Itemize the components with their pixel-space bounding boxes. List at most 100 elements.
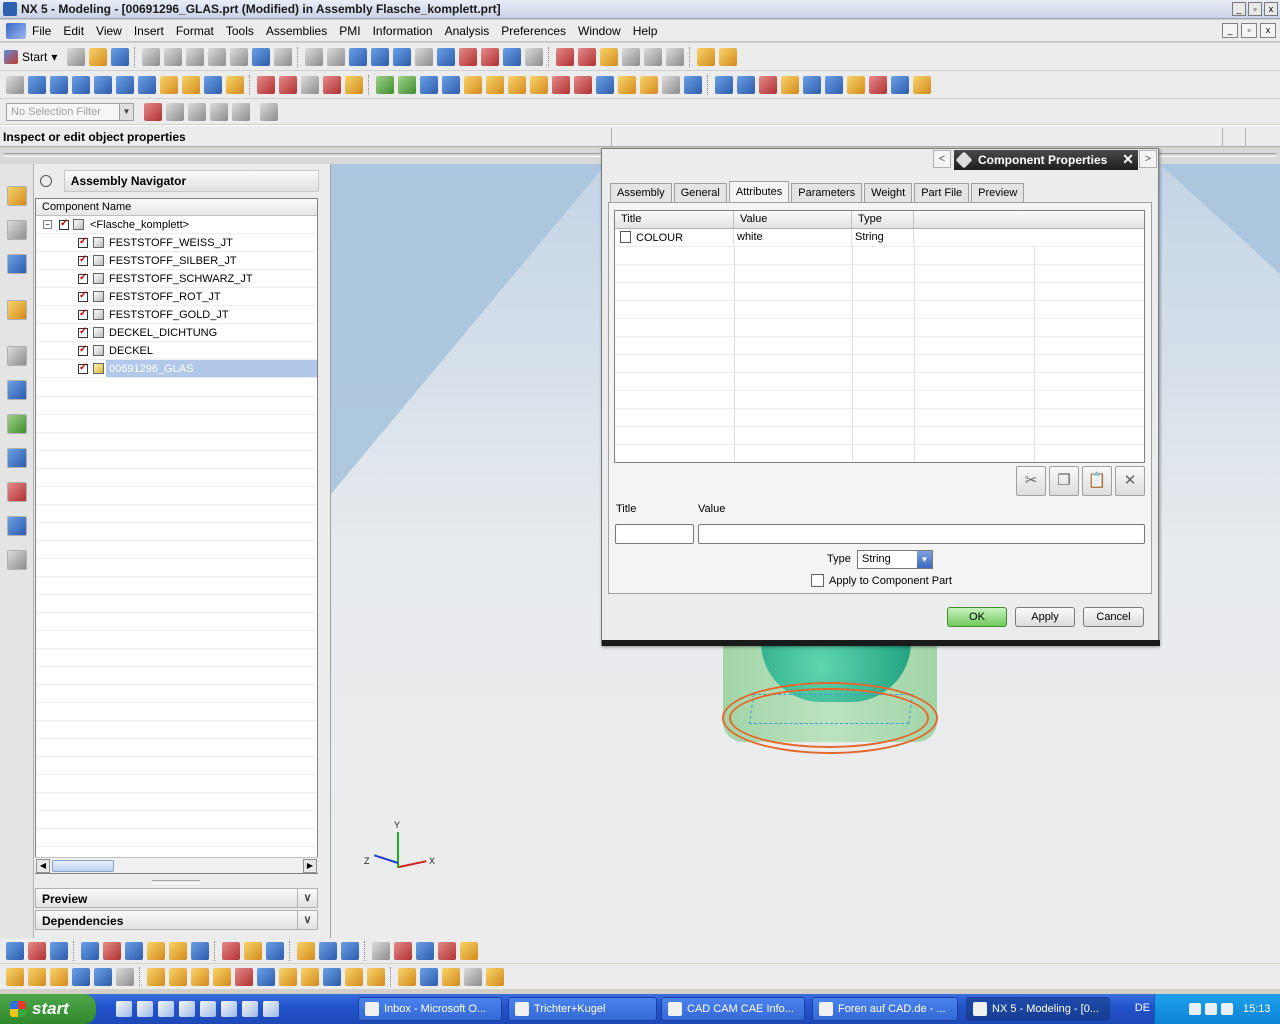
arc-icon[interactable] [279, 75, 297, 94]
menu-insert[interactable]: Insert [134, 24, 164, 38]
replace-face-icon[interactable] [737, 75, 755, 94]
hole-icon[interactable] [94, 75, 112, 94]
internet-explorer-tab-icon[interactable] [7, 300, 27, 320]
sequence-icon[interactable] [416, 941, 434, 960]
resize-face-icon[interactable] [781, 75, 799, 94]
sphere-icon[interactable] [226, 75, 244, 94]
display-parent-icon[interactable] [213, 967, 231, 986]
visibility-checkbox[interactable] [78, 308, 88, 320]
tab-assembly[interactable]: Assembly [610, 183, 672, 202]
tree-row[interactable]: DECKEL [36, 342, 317, 360]
subtract-icon[interactable] [182, 75, 200, 94]
manufacturing-wizards-tab-icon[interactable] [7, 448, 27, 468]
dependencies-panel-header[interactable]: Dependencies ∨ [35, 910, 318, 930]
scroll-thumb[interactable] [52, 860, 114, 872]
promote-icon[interactable] [301, 967, 319, 986]
repeat-command-icon[interactable] [274, 47, 293, 66]
select-solid-icon[interactable] [188, 102, 206, 121]
wave-link-icon[interactable] [460, 941, 478, 960]
taskbar-task-ie-1[interactable]: CAD CAM CAE Info... [661, 997, 805, 1021]
deviation-icon[interactable] [341, 941, 359, 960]
visibility-checkbox[interactable] [78, 236, 88, 248]
language-indicator[interactable]: DE [1135, 1002, 1150, 1014]
volume-icon[interactable] [1205, 1003, 1217, 1015]
selection-icon[interactable] [252, 47, 271, 66]
motion-envelope-icon[interactable] [442, 967, 460, 986]
wireframe-icon[interactable] [481, 47, 500, 66]
sketch-icon[interactable] [28, 75, 46, 94]
new-file-icon[interactable] [67, 47, 86, 66]
geometry-link-icon[interactable] [279, 967, 297, 986]
snap-mid-icon[interactable] [600, 47, 619, 66]
zoom-icon[interactable] [349, 47, 368, 66]
spline-icon[interactable] [301, 75, 319, 94]
pin-icon[interactable] [40, 175, 52, 187]
apply-to-component-checkbox[interactable] [811, 574, 824, 587]
dialog-titlebar[interactable]: Component Properties ✕ [954, 150, 1138, 170]
mirror-assembly-icon[interactable] [116, 967, 134, 986]
close-icon[interactable]: ✕ [1120, 151, 1136, 167]
wcs-origin-icon[interactable] [191, 941, 209, 960]
menu-edit[interactable]: Edit [63, 24, 84, 38]
save-icon[interactable] [111, 47, 130, 66]
visibility-checkbox[interactable] [59, 218, 69, 230]
system-materials-tab-icon[interactable] [7, 380, 27, 400]
block-icon[interactable] [116, 75, 134, 94]
tab-weight[interactable]: Weight [864, 183, 913, 202]
visibility-checkbox[interactable] [78, 344, 88, 356]
snap-control-icon[interactable] [622, 47, 641, 66]
nx-launch-icon[interactable] [242, 1001, 258, 1017]
tree-row[interactable]: FESTSTOFF_SILBER_JT [36, 252, 317, 270]
cut-assembly-icon[interactable] [235, 967, 253, 986]
collapse-icon[interactable]: − [43, 220, 52, 229]
value-input[interactable] [698, 524, 1145, 544]
visibility-checkbox[interactable] [78, 254, 88, 266]
column-header-component-name[interactable]: Component Name [36, 199, 317, 216]
wcs-icon[interactable] [169, 941, 187, 960]
tree-row[interactable]: FESTSTOFF_SCHWARZ_JT [36, 270, 317, 288]
tree-row-root[interactable]: − <Flasche_komplett> [36, 216, 317, 234]
undo-selection-icon[interactable] [166, 102, 184, 121]
new-component-icon[interactable] [6, 967, 24, 986]
select-face-icon[interactable] [210, 102, 228, 121]
antivirus-icon[interactable] [1221, 1003, 1233, 1015]
pin-icon[interactable] [955, 151, 973, 169]
trim-body-icon[interactable] [552, 75, 570, 94]
part-navigator-tab-icon[interactable] [7, 254, 27, 274]
redo-icon[interactable] [230, 47, 249, 66]
dialog-back-button[interactable]: < [933, 150, 951, 168]
show-product-outline-icon[interactable] [147, 967, 165, 986]
open-folder-icon[interactable] [89, 47, 108, 66]
tab-general[interactable]: General [673, 183, 727, 202]
ie-icon[interactable] [179, 1001, 195, 1017]
explorer-icon[interactable] [158, 1001, 174, 1017]
close-window-button[interactable]: x [1264, 2, 1278, 16]
offset-curve-icon[interactable] [345, 75, 363, 94]
layer-settings-icon[interactable] [81, 941, 99, 960]
tab-parameters[interactable]: Parameters [791, 183, 863, 202]
tree-row[interactable]: DECKEL_DICHTUNG [36, 324, 317, 342]
perspective-icon[interactable] [437, 47, 456, 66]
copy-layer-icon[interactable] [147, 941, 165, 960]
add-component-icon[interactable] [28, 941, 46, 960]
outlook-icon[interactable] [200, 1001, 216, 1017]
system-scenes-tab-icon[interactable] [7, 516, 27, 536]
roles-tab-icon[interactable] [7, 482, 27, 502]
render-style-icon[interactable] [525, 47, 544, 66]
paste-icon[interactable]: 📋 [1082, 466, 1112, 496]
show-desktop-icon[interactable] [116, 1001, 132, 1017]
taskbar-task-outlook[interactable]: Inbox - Microsoft O... [358, 997, 502, 1021]
select-all-icon[interactable] [144, 102, 162, 121]
explode-icon[interactable] [394, 941, 412, 960]
taskbar-task-nx[interactable]: NX 5 - Modeling - [0... [966, 997, 1110, 1021]
menu-file[interactable]: File [32, 24, 51, 38]
taskbar-task-ie-2[interactable]: Foren auf CAD.de - ... [812, 997, 958, 1021]
datum-plane-icon[interactable] [376, 75, 394, 94]
selected-edge-ring[interactable] [729, 688, 929, 748]
zone-icon[interactable] [420, 967, 438, 986]
through-curves-icon[interactable] [442, 75, 460, 94]
scroll-right-icon[interactable]: ▶ [303, 859, 317, 873]
edit-object-display-icon[interactable] [222, 941, 240, 960]
selection-filter-select[interactable]: No Selection Filter ▼ [6, 102, 134, 121]
document-menu-icon[interactable] [6, 22, 26, 39]
